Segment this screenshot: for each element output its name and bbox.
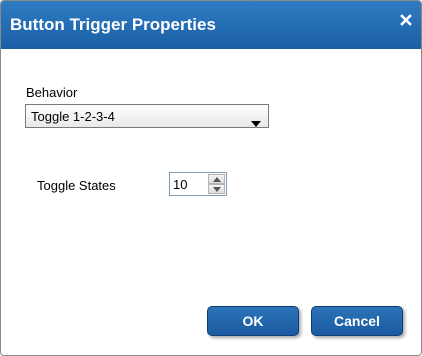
cancel-button[interactable]: Cancel [311, 306, 403, 336]
toggle-states-label: Toggle States [37, 178, 116, 193]
ok-button[interactable]: OK [207, 306, 299, 336]
dialog: Button Trigger Properties Behavior Toggl… [0, 0, 422, 356]
dialog-title: Button Trigger Properties [10, 15, 216, 34]
toggle-states-input[interactable] [173, 175, 203, 193]
behavior-selected-value: Toggle 1-2-3-4 [31, 109, 115, 124]
behavior-label: Behavior [26, 85, 78, 100]
behavior-dropdown[interactable]: Toggle 1-2-3-4 [25, 104, 269, 128]
toggle-states-stepper [169, 172, 227, 196]
spin-down-icon[interactable] [208, 184, 225, 194]
spin-up-icon[interactable] [208, 174, 225, 184]
dialog-titlebar: Button Trigger Properties [1, 1, 421, 49]
close-icon[interactable] [399, 13, 413, 27]
chevron-down-icon [251, 114, 261, 132]
